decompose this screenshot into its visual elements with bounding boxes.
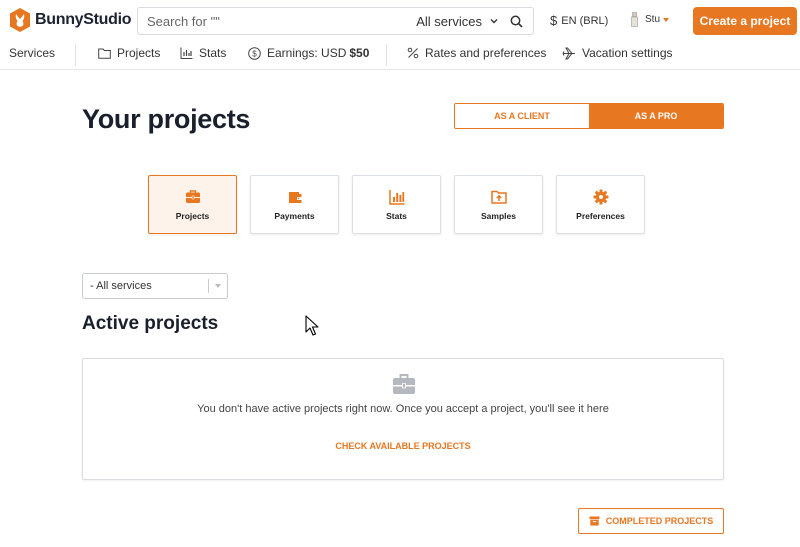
gear-icon <box>593 189 608 204</box>
search-input[interactable] <box>138 13 417 29</box>
percent-icon <box>407 47 419 59</box>
nav-earnings[interactable]: $ Earnings: USD $50 <box>248 46 369 60</box>
search-scope-select[interactable]: All services <box>416 14 499 29</box>
card-samples-label: Samples <box>481 210 516 221</box>
dropdown-arrow-icon <box>209 284 227 288</box>
search-bar: All services <box>137 7 534 35</box>
nav-earnings-label: Earnings: USD <box>267 46 347 60</box>
create-project-button[interactable]: Create a project <box>693 7 797 35</box>
user-menu[interactable]: Stu <box>630 12 670 27</box>
completed-projects-label: COMPLETED PROJECTS <box>605 516 714 526</box>
briefcase-icon <box>393 374 415 394</box>
search-scope-label: All services <box>416 13 482 29</box>
wallet-icon <box>288 191 301 203</box>
nav-projects-label: Projects <box>117 46 161 60</box>
card-payments[interactable]: Payments <box>250 175 339 234</box>
user-avatar-icon <box>631 12 638 27</box>
role-toggle: AS A CLIENT AS A PRO <box>454 103 724 129</box>
nav-projects[interactable]: Projects <box>98 46 160 60</box>
language-currency-selector[interactable]: $ EN (BRL) <box>550 13 608 28</box>
card-stats-label: Stats <box>386 210 407 221</box>
nav-services-label: Services <box>9 46 56 60</box>
briefcase-icon <box>185 189 200 203</box>
nav-rates-label: Rates and preferences <box>425 46 547 60</box>
active-projects-empty-state: You don't have active projects right now… <box>82 358 724 480</box>
mouse-cursor-icon <box>305 315 319 336</box>
search-button[interactable] <box>505 10 527 32</box>
service-filter-value: - All services <box>90 280 152 292</box>
nav-stats-label: Stats <box>199 46 227 60</box>
nav-divider <box>386 44 387 66</box>
caret-down-icon <box>663 17 670 22</box>
nav-rates[interactable]: Rates and preferences <box>407 46 546 60</box>
brand-name: BunnyStudio <box>35 11 132 28</box>
nav-services[interactable]: Services <box>9 46 55 60</box>
airplane-icon <box>562 47 575 59</box>
nav-divider <box>75 44 76 66</box>
page-title: Your projects <box>82 104 251 134</box>
check-available-projects-link[interactable]: CHECK AVAILABLE PROJECTS <box>83 441 723 451</box>
brand-logo[interactable]: BunnyStudio <box>9 8 132 32</box>
language-label: EN (BRL) <box>561 14 609 27</box>
completed-projects-button[interactable]: COMPLETED PROJECTS <box>578 508 724 534</box>
folder-icon <box>98 48 111 59</box>
dollar-circle-icon: $ <box>248 46 261 60</box>
nav-vacation[interactable]: Vacation settings <box>562 46 673 60</box>
card-preferences[interactable]: Preferences <box>556 175 645 234</box>
active-projects-title: Active projects <box>82 313 219 334</box>
stats-icon <box>180 47 193 59</box>
archive-icon <box>589 516 600 526</box>
nav-earnings-amount: $50 <box>349 46 370 60</box>
card-samples[interactable]: Samples <box>454 175 543 234</box>
chevron-down-icon <box>490 19 498 24</box>
card-stats[interactable]: Stats <box>352 175 441 234</box>
top-header: BunnyStudio All services $ EN (BRL) Stu … <box>0 0 800 42</box>
svg-text:$: $ <box>252 49 257 58</box>
card-preferences-label: Preferences <box>576 210 625 221</box>
card-payments-label: Payments <box>274 210 315 221</box>
nav-stats[interactable]: Stats <box>180 46 226 60</box>
as-client-tab[interactable]: AS A CLIENT <box>455 104 589 128</box>
as-pro-tab[interactable]: AS A PRO <box>589 104 723 128</box>
bar-chart-icon <box>388 189 404 205</box>
bunny-logo-icon <box>10 8 30 32</box>
user-name: Stu <box>645 14 661 25</box>
card-projects-label: Projects <box>175 210 210 221</box>
card-projects[interactable]: Projects <box>148 175 237 234</box>
secondary-nav: Services Projects Stats $ Earnings: USD … <box>0 42 800 70</box>
search-icon <box>510 15 523 28</box>
folder-upload-icon <box>490 190 507 204</box>
empty-state-message: You don't have active projects right now… <box>197 403 609 415</box>
currency-symbol: $ <box>550 13 558 28</box>
nav-vacation-label: Vacation settings <box>582 46 673 60</box>
service-filter-select[interactable]: - All services <box>82 273 228 299</box>
